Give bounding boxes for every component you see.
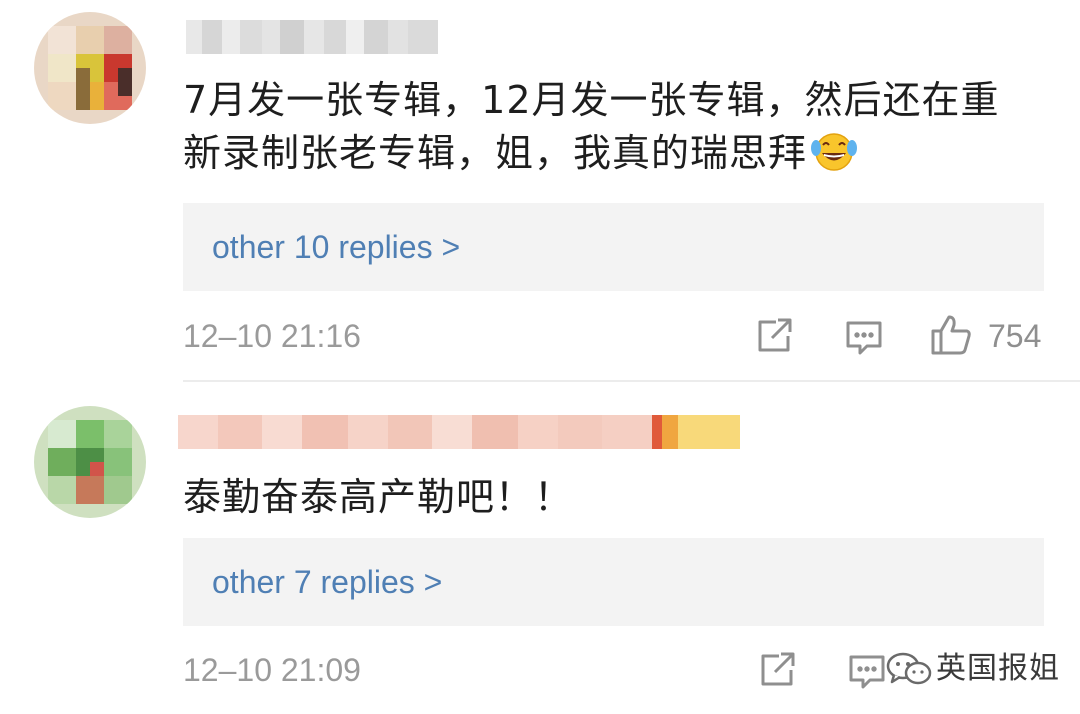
comment-item: 7月发一张专辑，12月发一张专辑，然后还在重 新录制张老专辑，姐，我真的瑞思拜 … [0,0,1080,380]
more-replies-button[interactable]: other 7 replies > [183,538,1044,626]
thumbs-up-icon [930,315,972,360]
comment-icon [845,321,883,360]
comment-text: 7月发一张专辑，12月发一张专辑，然后还在重 新录制张老专辑，姐，我真的瑞思拜 [183,74,1043,186]
comment-text-line: 7月发一张专辑，12月发一张专辑，然后还在重 [183,78,1000,122]
share-button[interactable] [759,652,797,692]
share-icon [756,318,794,358]
avatar[interactable] [34,406,146,518]
username[interactable] [178,415,740,449]
more-replies-label: other 10 replies > [212,229,461,265]
comment-button[interactable] [845,320,883,360]
watermark-text: 英国报姐 [936,651,1060,686]
comment-text-line: 泰勤奋泰高产勒吧！！ [183,475,574,519]
comment-text-line: 新录制张老专辑，姐，我真的瑞思拜 [183,127,1043,186]
more-replies-button[interactable]: other 10 replies > [183,203,1044,291]
watermark: 英国报姐 [880,647,1060,691]
like-count: 754 [988,318,1042,354]
timestamp: 12–10 21:09 [183,652,361,688]
like-button[interactable] [930,314,972,360]
wechat-icon [886,651,932,691]
comment-text: 泰勤奋泰高产勒吧！！ [183,471,1043,524]
share-button[interactable] [756,318,794,358]
laughing-tears-emoji-icon [811,130,858,186]
timestamp: 12–10 21:16 [183,318,361,354]
share-icon [759,652,797,692]
avatar[interactable] [34,12,146,124]
username[interactable] [186,20,438,54]
more-replies-label: other 7 replies > [212,564,443,600]
